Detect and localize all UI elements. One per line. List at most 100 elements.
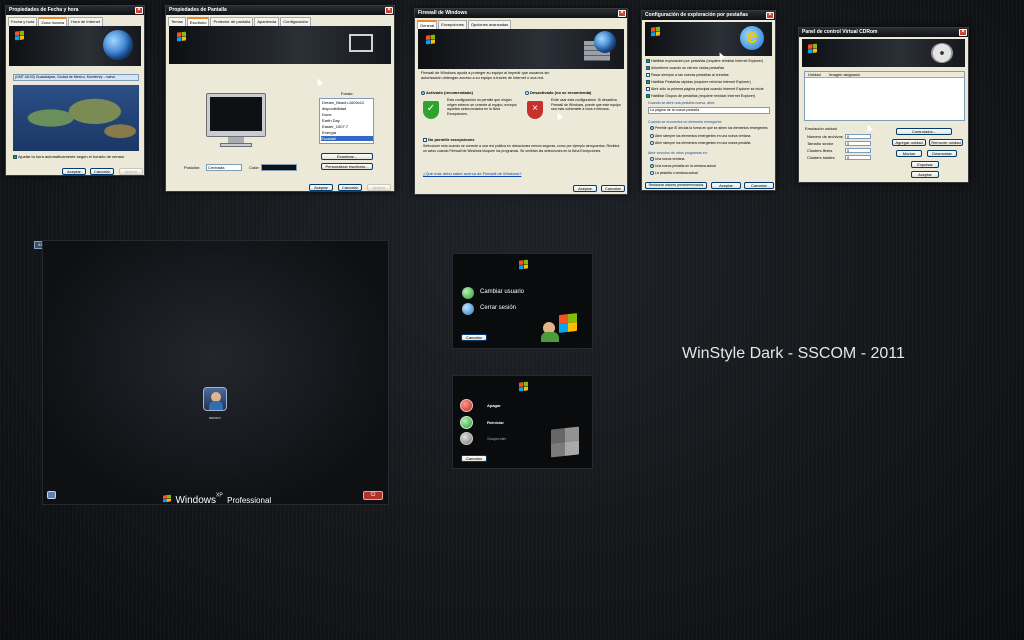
cancel-button[interactable]: Cancelar: [338, 184, 362, 191]
tab-general[interactable]: General: [417, 20, 438, 29]
links-option-2[interactable]: Una nueva pestaña en la ventana actual: [650, 164, 716, 169]
tab-advanced[interactable]: Opciones avanzadas: [467, 20, 512, 29]
cancel-button[interactable]: Cancelar: [461, 334, 487, 341]
ok-button[interactable]: Aceptar: [62, 168, 86, 175]
ok-button[interactable]: Aceptar: [573, 185, 597, 192]
restart-icon[interactable]: [460, 416, 473, 429]
checkbox-icon: [646, 59, 650, 64]
tab-timezone[interactable]: Zona horaria: [38, 17, 68, 26]
column-unit[interactable]: Unidad: [808, 72, 821, 77]
tab-option-1[interactable]: Habilitar exploración por pestañas (requ…: [646, 59, 763, 64]
tab-option-3[interactable]: Pasar siempre a las nuevas pestañas al c…: [646, 73, 729, 78]
tab-option-2[interactable]: Advertirme cuando se cierren varias pest…: [646, 66, 724, 71]
list-item[interactable]: Dune: [322, 112, 332, 117]
cancel-button[interactable]: Cancelar: [90, 168, 114, 175]
switch-user-icon[interactable]: [462, 287, 474, 299]
timezone-select[interactable]: (GMT-06:00) Guadalajara, Ciudad de Méxic…: [13, 74, 139, 81]
ok-button[interactable]: Aceptar: [309, 184, 333, 191]
tab-option-5[interactable]: Abrir sólo la primera página principal c…: [646, 87, 764, 92]
tab-date-time[interactable]: Fecha y hora: [8, 17, 38, 26]
restore-defaults-button[interactable]: Restaurar valores predeterminados: [645, 182, 707, 189]
list-item[interactable]: Easter_1007.7: [322, 124, 348, 129]
popup-option-1[interactable]: Permitir que IE decida la forma en que s…: [650, 126, 768, 131]
checkbox-icon: [13, 154, 17, 159]
apply-button[interactable]: Aplicar: [367, 184, 391, 191]
close-icon[interactable]: ×: [135, 7, 143, 14]
standby-button[interactable]: Suspender: [487, 436, 506, 441]
logoff-icon[interactable]: [462, 303, 474, 315]
tab-desktop[interactable]: Escritorio: [186, 17, 210, 26]
windows-flag-icon: [177, 31, 186, 42]
firewall-off-radio[interactable]: Desactivado (no se recomienda): [525, 90, 591, 95]
firewall-titlebar[interactable]: Firewall de Windows ×: [415, 9, 627, 18]
standby-icon[interactable]: [460, 432, 473, 445]
stat-files-value: 0: [845, 134, 871, 139]
links-option-3[interactable]: La pestaña o ventana actual: [650, 171, 698, 176]
cd-drive-icon: [931, 43, 953, 63]
tab-settings[interactable]: Configuración: [280, 17, 311, 26]
power-off-icon[interactable]: [460, 399, 473, 412]
cdrom-titlebar[interactable]: Panel de control Virtual CDRom ×: [799, 28, 968, 37]
tab-exceptions[interactable]: Excepciones: [438, 20, 467, 29]
position-select[interactable]: Centrada: [206, 164, 242, 171]
restart-button[interactable]: Reiniciar: [487, 420, 504, 425]
ok-button[interactable]: Aceptar: [711, 182, 741, 189]
tab-screensaver[interactable]: Protector de pantalla: [210, 17, 254, 26]
tabbed-titlebar[interactable]: Configuración de exploración por pestaña…: [642, 11, 775, 20]
power-small-icon[interactable]: [47, 491, 56, 499]
power-off-button[interactable]: Apagar: [487, 403, 501, 408]
links-option-1[interactable]: Una nueva ventana: [650, 157, 684, 162]
firewall-on-radio[interactable]: Activado (recomendado): [421, 90, 473, 95]
list-item-selected[interactable]: Escalabi: [321, 136, 373, 141]
firewall-tabs: General Excepciones Opciones avanzadas: [415, 18, 627, 29]
tab-appearance[interactable]: Apariencia: [254, 17, 280, 26]
logoff-button[interactable]: Cerrar sesión: [480, 305, 516, 312]
shutdown-button[interactable]: ⏻: [363, 491, 383, 500]
background-list[interactable]: Dream_Beach-1600x12 disponibilidad Dune …: [319, 98, 374, 144]
close-icon[interactable]: ×: [959, 29, 967, 36]
cancel-button[interactable]: Cancelar: [744, 182, 774, 189]
stat-free-value: 0: [845, 148, 871, 153]
column-image[interactable]: Imagen asignada: [829, 72, 860, 77]
list-item[interactable]: Energía: [322, 130, 336, 135]
browse-button[interactable]: Examinar...: [321, 153, 373, 160]
datetime-titlebar[interactable]: Propiedades de Fecha y hora ×: [6, 6, 144, 15]
monitor-icon: [349, 34, 373, 52]
stat-total-value: 0: [845, 155, 871, 160]
driver-button[interactable]: Controlador...: [896, 128, 952, 135]
list-item[interactable]: Earth Day: [322, 118, 340, 123]
tab-option-6[interactable]: Habilitar Grupos de pestañas (requiere r…: [646, 94, 755, 99]
newtab-select[interactable]: La página de la nueva pestaña: [648, 107, 770, 114]
customize-desktop-button[interactable]: Personalizar escritorio...: [321, 163, 373, 170]
firewall-help-link[interactable]: ¿Qué más debo saber acerca de Firewall d…: [423, 171, 522, 176]
mount-button[interactable]: Montar: [896, 150, 922, 157]
eject-button[interactable]: Expulsar: [911, 161, 939, 168]
list-item[interactable]: Dream_Beach-1600x12: [322, 100, 364, 105]
add-drive-button[interactable]: Agregar unidad: [892, 139, 926, 146]
ok-button[interactable]: Aceptar: [911, 171, 939, 178]
remove-drive-button[interactable]: Remover unidad: [929, 139, 963, 146]
tab-internet-time[interactable]: Hora de Internet: [68, 17, 103, 26]
list-item[interactable]: disponibilidad: [322, 106, 346, 111]
display-window: Propiedades de Pantalla × Temas Escritor…: [165, 5, 395, 192]
dst-checkbox[interactable]: Ajustar la hora automáticamente según el…: [13, 154, 124, 159]
no-exceptions-checkbox[interactable]: No permitir excepciones: [423, 137, 474, 142]
close-icon[interactable]: ×: [385, 7, 393, 14]
popup-option-2[interactable]: Abrir siempre los elementos emergentes e…: [650, 134, 750, 139]
cancel-button[interactable]: Cancelar: [601, 185, 625, 192]
globe-icon: [103, 30, 133, 60]
apply-button[interactable]: Aplicar: [119, 168, 143, 175]
tab-themes[interactable]: Temas: [168, 17, 186, 26]
cancel-button[interactable]: Cancelar: [461, 455, 487, 462]
radio-icon: [650, 141, 654, 146]
tab-option-4[interactable]: Habilitar Pestañas rápidas (requiere rei…: [646, 80, 751, 85]
unmount-button[interactable]: Desmontar: [927, 150, 957, 157]
drive-table[interactable]: Unidad Imagen asignada: [804, 71, 965, 121]
switch-user-button[interactable]: Cambiar usuario: [480, 289, 524, 296]
close-icon[interactable]: ×: [766, 12, 774, 19]
display-titlebar[interactable]: Propiedades de Pantalla ×: [166, 6, 394, 15]
user-avatar[interactable]: [203, 387, 227, 411]
popup-option-3[interactable]: Abrir siempre los elementos emergentes e…: [650, 141, 750, 146]
close-icon[interactable]: ×: [618, 10, 626, 17]
color-picker[interactable]: [261, 164, 297, 171]
